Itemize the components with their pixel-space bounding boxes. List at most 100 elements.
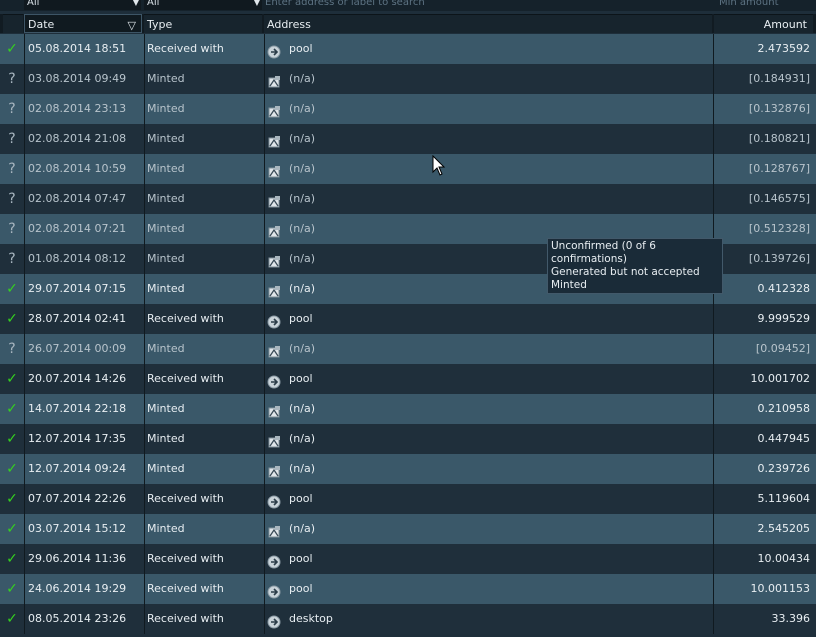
- confirmed-check-icon: ✓: [6, 281, 18, 297]
- row-amount: [0.128767]: [748, 162, 810, 175]
- mint-icon: [267, 461, 281, 477]
- unconfirmed-question-icon: ?: [8, 161, 16, 177]
- header-address[interactable]: Address: [264, 14, 712, 33]
- column-divider: [24, 544, 25, 574]
- table-row[interactable]: ? 02.08.2014 07:47 Minted (n/a) [0.146575]: [0, 184, 816, 214]
- row-date: 12.07.2014 17:35: [28, 432, 127, 445]
- table-row[interactable]: ✓ 12.07.2014 17:35 Minted (n/a) 0.447945: [0, 424, 816, 454]
- column-divider: [24, 214, 25, 244]
- column-divider: [713, 454, 714, 484]
- header-status[interactable]: [3, 14, 23, 33]
- column-divider: [24, 64, 25, 94]
- receive-icon: [267, 611, 281, 628]
- row-type: Minted: [147, 462, 185, 475]
- column-divider: [264, 394, 265, 424]
- row-address: pool: [267, 364, 711, 394]
- row-address: (n/a): [267, 394, 711, 424]
- row-address-label: (n/a): [289, 462, 316, 475]
- header-date[interactable]: Date ▽: [24, 14, 142, 33]
- column-divider: [144, 124, 145, 154]
- column-divider: [264, 184, 265, 214]
- table-row[interactable]: ? 02.08.2014 10:59 Minted (n/a) [0.128767]: [0, 154, 816, 184]
- row-address-label: (n/a): [289, 132, 316, 145]
- table-row[interactable]: ✓ 29.06.2014 11:36 Received with pool 10.004…: [0, 544, 816, 574]
- row-address: (n/a): [267, 424, 711, 454]
- column-divider: [144, 364, 145, 394]
- table-row[interactable]: ? 03.08.2014 09:49 Minted (n/a) [0.184931]: [0, 64, 816, 94]
- row-date: 29.07.2014 07:15: [28, 282, 127, 295]
- row-address-label: (n/a): [289, 402, 316, 415]
- row-address: pool: [267, 484, 711, 514]
- column-divider: [24, 244, 25, 274]
- row-amount: [0.132876]: [748, 102, 810, 115]
- date-filter-select[interactable]: All ▼: [24, 0, 141, 10]
- column-divider: [713, 94, 714, 124]
- row-amount: 33.396: [771, 612, 811, 625]
- unconfirmed-question-icon: ?: [8, 341, 16, 357]
- row-address-label: (n/a): [289, 162, 316, 175]
- row-date: 26.07.2014 00:09: [28, 342, 127, 355]
- column-divider: [24, 34, 25, 64]
- row-address-label: (n/a): [289, 102, 316, 115]
- mint-icon: [267, 101, 281, 117]
- column-divider: [264, 364, 265, 394]
- table-row[interactable]: ✓ 05.08.2014 18:51 Received with pool 2.4735…: [0, 34, 816, 64]
- column-divider: [144, 454, 145, 484]
- row-amount: 0.447945: [757, 432, 811, 445]
- date-filter-value: All: [27, 0, 40, 8]
- mouse-cursor-icon: [432, 155, 446, 176]
- table-row[interactable]: ✓ 12.07.2014 09:24 Minted (n/a) 0.239726: [0, 454, 816, 484]
- row-address: (n/a): [267, 184, 711, 214]
- row-address-label: (n/a): [289, 432, 316, 445]
- receive-icon: [267, 581, 281, 598]
- column-divider: [713, 544, 714, 574]
- table-row[interactable]: ✓ 03.07.2014 15:12 Minted (n/a) 2.545205: [0, 514, 816, 544]
- address-search-placeholder: Enter address or label to search: [265, 0, 425, 8]
- column-divider: [144, 94, 145, 124]
- address-search-input[interactable]: Enter address or label to search: [262, 0, 710, 10]
- row-address: pool: [267, 34, 711, 64]
- row-type: Minted: [147, 282, 185, 295]
- mint-icon: [267, 401, 281, 417]
- table-row[interactable]: ? 02.08.2014 21:08 Minted (n/a) [0.180821]: [0, 124, 816, 154]
- min-amount-input[interactable]: Min amount: [716, 0, 816, 10]
- receive-icon: [267, 41, 281, 58]
- row-address: pool: [267, 574, 711, 604]
- row-address: pool: [267, 544, 711, 574]
- row-address: desktop: [267, 604, 711, 634]
- confirmed-check-icon: ✓: [6, 401, 18, 417]
- table-row[interactable]: ✓ 28.07.2014 02:41 Received with pool 9.9995…: [0, 304, 816, 334]
- filter-bar: All ▼ All ▼ Enter address or label to se…: [0, 0, 816, 11]
- column-divider: [24, 454, 25, 484]
- mint-icon: [267, 341, 281, 357]
- mint-icon: [267, 221, 281, 237]
- table-row[interactable]: ✓ 20.07.2014 14:26 Received with pool 10.001…: [0, 364, 816, 394]
- sort-indicator-icon: ▽: [127, 19, 136, 32]
- row-address-label: (n/a): [289, 282, 316, 295]
- row-amount: [0.139726]: [748, 252, 810, 265]
- header-type[interactable]: Type: [144, 14, 262, 33]
- row-date: 24.06.2014 19:29: [28, 582, 127, 595]
- row-amount: 9.999529: [757, 312, 811, 325]
- row-amount: 10.001153: [750, 582, 811, 595]
- table-row[interactable]: ✓ 24.06.2014 19:29 Received with pool 10.001…: [0, 574, 816, 604]
- table-row[interactable]: ✓ 07.07.2014 22:26 Received with pool 5.1196…: [0, 484, 816, 514]
- column-divider: [144, 184, 145, 214]
- table-row[interactable]: ? 02.08.2014 23:13 Minted (n/a) [0.132876]: [0, 94, 816, 124]
- table-row[interactable]: ? 26.07.2014 00:09 Minted (n/a) [0.09452]: [0, 334, 816, 364]
- table-row[interactable]: ✓ 14.07.2014 22:18 Minted (n/a) 0.210958: [0, 394, 816, 424]
- column-divider: [264, 334, 265, 364]
- row-date: 03.08.2014 09:49: [28, 72, 127, 85]
- table-row[interactable]: ✓ 08.05.2014 23:26 Received with desktop 33.…: [0, 604, 816, 634]
- row-amount: [0.184931]: [748, 72, 810, 85]
- row-address: (n/a): [267, 514, 711, 544]
- header-amount[interactable]: Amount: [714, 14, 813, 33]
- column-divider: [24, 424, 25, 454]
- chevron-down-icon: ▼: [132, 0, 139, 7]
- receive-icon: [267, 491, 281, 508]
- row-date: 29.06.2014 11:36: [28, 552, 127, 565]
- row-address: (n/a): [267, 94, 711, 124]
- type-filter-select[interactable]: All ▼: [144, 0, 262, 10]
- unconfirmed-question-icon: ?: [8, 101, 16, 117]
- row-date: 08.05.2014 23:26: [28, 612, 127, 625]
